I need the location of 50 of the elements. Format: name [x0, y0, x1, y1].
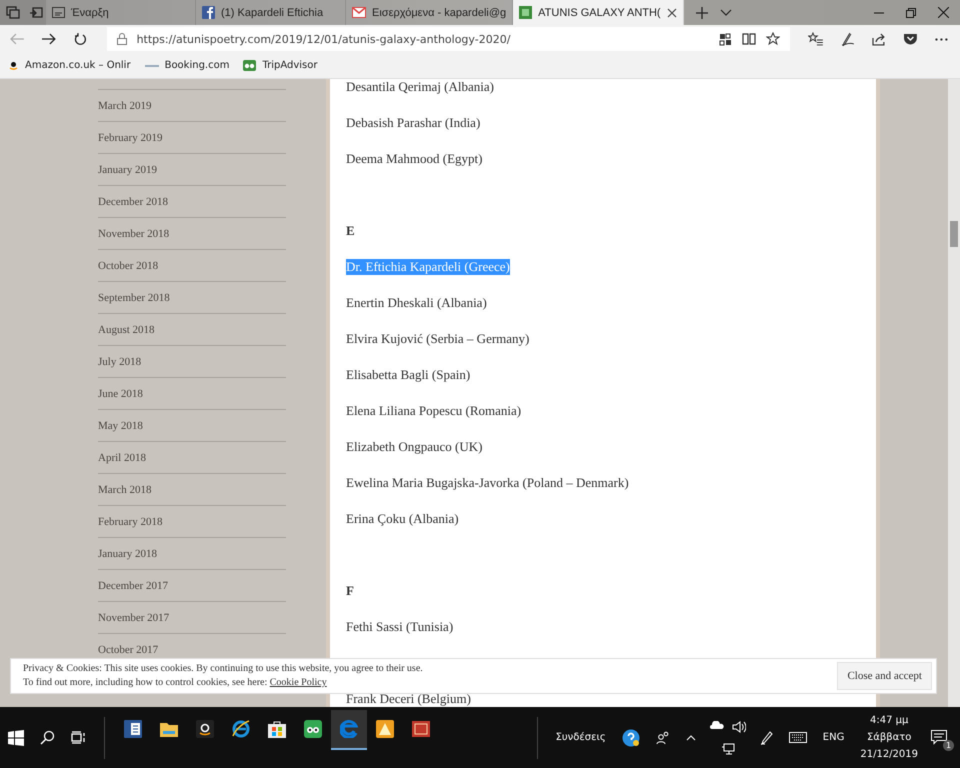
browser-tab[interactable]: ATUNIS GALAXY ANTH( [513, 0, 684, 25]
contributor-name: Debasish Parashar (India) [346, 115, 480, 131]
close-and-accept-button[interactable]: Close and accept [837, 662, 932, 690]
contributor-name: Erina Çoku (Albania) [346, 511, 459, 527]
cookie-notice: To find out more, including how to control cookies, see here: Cookie Policy [23, 676, 328, 690]
address-field[interactable]: https://atunispoetry.com/2019/12/01/atunis-galaxy-anthology-2020/ [106, 27, 790, 51]
toolbar-label[interactable]: Συνδέσεις [556, 732, 606, 743]
archive-link[interactable]: March 2019 [98, 100, 152, 112]
archive-link[interactable]: August 2018 [98, 324, 155, 336]
contributor-name: Dr. Eftichia Kapardeli (Greece) [346, 259, 510, 275]
contributor-name: Deema Mahmood (Egypt) [346, 151, 482, 167]
contributor-name: Elisabetta Bagli (Spain) [346, 367, 470, 383]
archive-link[interactable]: October 2017 [98, 644, 158, 656]
archive-link[interactable]: July 2018 [98, 356, 142, 368]
section-letter: F [346, 583, 354, 599]
archive-link[interactable]: March 2018 [98, 484, 152, 496]
archive-link[interactable]: October 2018 [98, 260, 158, 272]
cookie-notice: Privacy & Cookies: This site uses cookies. By continuing to use this website, you agree to their use. [23, 662, 423, 676]
browser-tab[interactable]: (1) Kapardeli Eftichia [196, 0, 346, 25]
favorite-link[interactable]: Booking.com [144, 60, 230, 71]
cookie-policy-link[interactable]: Cookie Policy [270, 677, 327, 688]
contributor-name: Frank Deceri (Belgium) [346, 691, 471, 707]
archive-link[interactable]: February 2019 [98, 132, 162, 144]
archive-link[interactable]: June 2018 [98, 388, 143, 400]
notification-count: 1 [943, 740, 954, 750]
contributor-name: Elena Liliana Popescu (Romania) [346, 403, 522, 419]
section-letter: E [346, 223, 355, 239]
archive-link[interactable]: November 2018 [98, 228, 170, 240]
browser-tab[interactable]: Εισερχόμενα - kapardeli@g [346, 0, 514, 25]
archive-link[interactable]: January 2019 [98, 164, 157, 176]
contributor-name: Elizabeth Ongpauco (UK) [346, 439, 482, 455]
archive-link[interactable]: February 2018 [98, 516, 162, 528]
favorite-link[interactable]: TripAdvisor [243, 60, 318, 71]
notification-button[interactable]: 1 [926, 724, 952, 750]
contributor-name: Elvira Kujović (Serbia – Germany) [346, 331, 530, 347]
favorite-link[interactable]: Amazon.co.uk – Onlir [8, 60, 131, 71]
contributor-name: Fethi Sassi (Tunisia) [346, 619, 454, 635]
clock[interactable]: 4:47 μμ Σάββατο 21/12/2019 [860, 712, 918, 763]
archive-link[interactable]: November 2017 [98, 612, 170, 624]
archive-link[interactable]: December 2018 [98, 196, 168, 208]
archive-link[interactable]: May 2018 [98, 420, 143, 432]
contributor-name: Ewelina Maria Bugajska-Javorka (Poland – Denmark) [346, 475, 629, 491]
archive-link[interactable]: December 2017 [98, 580, 168, 592]
archive-link[interactable]: January 2018 [98, 548, 157, 560]
contributor-name: Desantila Qerimaj (Albania) [346, 79, 494, 95]
archive-link[interactable]: April 2018 [98, 452, 146, 464]
archive-link[interactable]: September 2018 [98, 292, 170, 304]
browser-tab[interactable]: Έναρξη [46, 0, 196, 25]
language-indicator[interactable]: ENG [822, 732, 844, 743]
contributor-name: Enertin Dheskali (Albania) [346, 295, 487, 311]
